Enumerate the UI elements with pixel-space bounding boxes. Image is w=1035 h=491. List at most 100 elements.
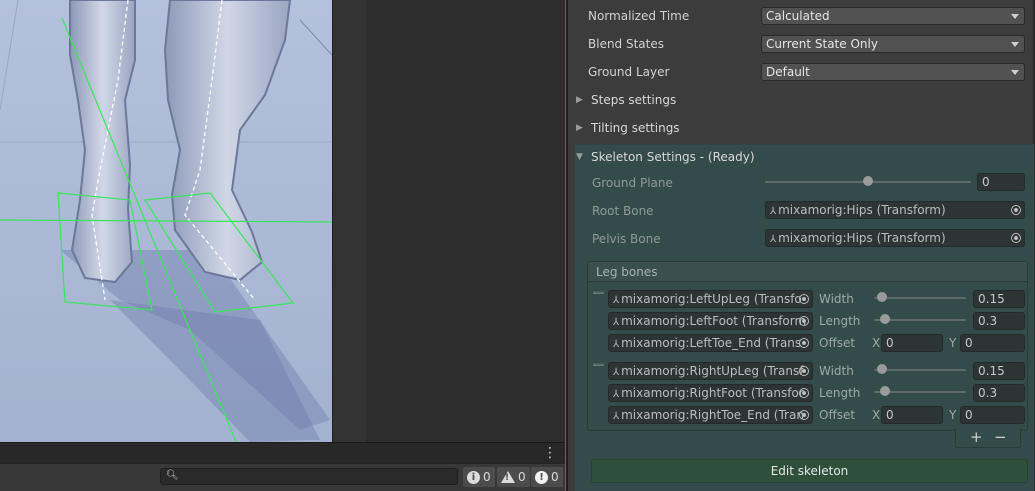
slider-thumb[interactable] (876, 364, 887, 374)
skeleton-settings-section: ▼ Skeleton Settings - (Ready) Ground Pla… (575, 144, 1034, 491)
slider-thumb[interactable] (876, 292, 887, 302)
offset-x-field[interactable]: 0 (881, 406, 943, 424)
chevron-down-icon (1011, 14, 1019, 19)
leg-bones-list: Leg bones ══ ⅄ mixamorig:LeftUpLeg (Trans… (587, 261, 1028, 431)
chevron-down-icon (1011, 70, 1019, 75)
tilting-settings-foldout[interactable]: ▶ Tilting settings (576, 117, 1030, 139)
offset-y-label: Y (949, 408, 957, 422)
chevron-right-icon: ▶ (576, 95, 583, 105)
object-picker-icon[interactable] (1011, 205, 1021, 215)
length-label: Length (819, 314, 861, 328)
ground-plane-field[interactable]: 0 (977, 173, 1025, 191)
offset-y-label: Y (949, 336, 957, 350)
ground-plane-slider[interactable] (765, 175, 971, 189)
edit-skeleton-button[interactable]: Edit skeleton (591, 459, 1028, 483)
skeleton-settings-title: Skeleton Settings - (Ready) (591, 150, 755, 164)
leg-toe-field[interactable]: ⅄ mixamorig:LeftToe_End (Trans (608, 334, 813, 352)
slider-thumb[interactable] (879, 386, 890, 396)
leg-foot-value: mixamorig:RightFoot (Transfor (621, 386, 804, 400)
leg-upper-field[interactable]: ⅄ mixamorig:LeftUpLeg (Transfo (608, 290, 813, 308)
ground-plane-label: Ground Plane (592, 176, 673, 190)
warning-icon: ! (501, 471, 515, 483)
console-toolbar: 🔍︎ i 0 ! 0 ! 0 (0, 463, 565, 491)
bone-icon: ⅄ (613, 367, 620, 378)
width-field[interactable]: 0.15 (973, 362, 1025, 380)
length-label: Length (819, 386, 861, 400)
scene-render[interactable] (0, 0, 332, 442)
root-bone-field[interactable]: ⅄ mixamorig:Hips (Transform) (765, 201, 1025, 219)
error-count-toggle[interactable]: ! 0 (531, 467, 563, 487)
bone-icon: ⅄ (613, 389, 620, 400)
leg-toe-value: mixamorig:LeftToe_End (Trans (621, 336, 802, 350)
steps-settings-foldout[interactable]: ▶ Steps settings (576, 89, 1030, 111)
chevron-down-icon: ▼ (576, 152, 583, 162)
remove-leg-button[interactable]: − (994, 428, 1007, 446)
skeleton-settings-foldout[interactable]: ▼ Skeleton Settings - (Ready) (576, 146, 1029, 168)
offset-y-field[interactable]: 0 (960, 406, 1025, 424)
chevron-right-icon: ▶ (576, 123, 583, 133)
info-count-toggle[interactable]: i 0 (463, 467, 495, 487)
warning-count-toggle[interactable]: ! 0 (497, 467, 530, 487)
leg-foot-field[interactable]: ⅄ mixamorig:RightFoot (Transfor (608, 384, 813, 402)
leg-foot-field[interactable]: ⅄ mixamorig:LeftFoot (Transform (608, 312, 813, 330)
blend-states-value: Current State Only (766, 37, 878, 51)
width-label: Width (819, 292, 854, 306)
width-slider[interactable] (874, 291, 966, 305)
bone-icon: ⅄ (770, 234, 777, 245)
bone-icon: ⅄ (613, 411, 620, 422)
slider-track (874, 297, 966, 299)
bone-icon: ⅄ (770, 206, 777, 217)
warning-count: 0 (518, 470, 526, 484)
blend-states-label: Blend States (588, 37, 665, 51)
slider-track (874, 369, 966, 371)
root-bone-value: mixamorig:Hips (Transform) (778, 203, 946, 217)
more-options-icon[interactable]: ⋮ (543, 445, 557, 461)
ground-layer-value: Default (766, 65, 810, 79)
pelvis-bone-label: Pelvis Bone (592, 232, 661, 246)
leg-bones-header: Leg bones (588, 262, 1027, 282)
object-picker-icon[interactable] (799, 388, 809, 398)
object-picker-icon[interactable] (799, 366, 809, 376)
drag-handle-icon[interactable]: ══ (593, 362, 604, 371)
scene-view[interactable] (0, 0, 332, 442)
object-picker-icon[interactable] (799, 338, 809, 348)
ground-layer-dropdown[interactable]: Default (761, 63, 1025, 81)
drag-handle-icon[interactable]: ══ (593, 290, 604, 299)
console-header: ⋮ (0, 442, 565, 463)
offset-x-field[interactable]: 0 (881, 334, 943, 352)
length-slider[interactable] (874, 385, 966, 399)
slider-thumb[interactable] (863, 176, 873, 186)
bone-icon: ⅄ (613, 317, 620, 328)
info-icon: i (467, 470, 480, 484)
width-slider[interactable] (874, 363, 966, 377)
object-picker-icon[interactable] (799, 316, 809, 326)
object-picker-icon[interactable] (799, 410, 809, 420)
offset-y-field[interactable]: 0 (960, 334, 1025, 352)
length-slider[interactable] (874, 313, 966, 327)
normalized-time-dropdown[interactable]: Calculated (761, 7, 1025, 25)
console-search-input[interactable]: 🔍︎ (160, 468, 458, 485)
blend-states-dropdown[interactable]: Current State Only (761, 35, 1025, 53)
leg-upper-field[interactable]: ⅄ mixamorig:RightUpLeg (Transf (608, 362, 813, 380)
length-field[interactable]: 0.3 (973, 384, 1025, 402)
blend-states-row: Blend States Current State Only (580, 33, 1030, 55)
width-field[interactable]: 0.15 (973, 290, 1025, 308)
length-field[interactable]: 0.3 (973, 312, 1025, 330)
pelvis-bone-field[interactable]: ⅄ mixamorig:Hips (Transform) (765, 229, 1025, 247)
pelvis-bone-value: mixamorig:Hips (Transform) (778, 231, 946, 245)
offset-label: Offset (819, 408, 856, 422)
leg-toe-field[interactable]: ⅄ mixamorig:RightToe_End (Tran (608, 406, 813, 424)
normalized-time-row: Normalized Time Calculated (580, 5, 1030, 27)
scene-side-panel (332, 0, 566, 442)
object-picker-icon[interactable] (799, 294, 809, 304)
search-icon: 🔍︎ (166, 470, 179, 481)
slider-thumb[interactable] (879, 314, 890, 324)
leg-upper-value: mixamorig:LeftUpLeg (Transfo (621, 292, 802, 306)
width-label: Width (819, 364, 854, 378)
chevron-down-icon (1011, 42, 1019, 47)
ground-layer-row: Ground Layer Default (580, 61, 1030, 83)
info-count: 0 (483, 470, 491, 484)
object-picker-icon[interactable] (1011, 233, 1021, 243)
list-add-remove: + − (955, 428, 1021, 448)
add-leg-button[interactable]: + (970, 428, 983, 446)
